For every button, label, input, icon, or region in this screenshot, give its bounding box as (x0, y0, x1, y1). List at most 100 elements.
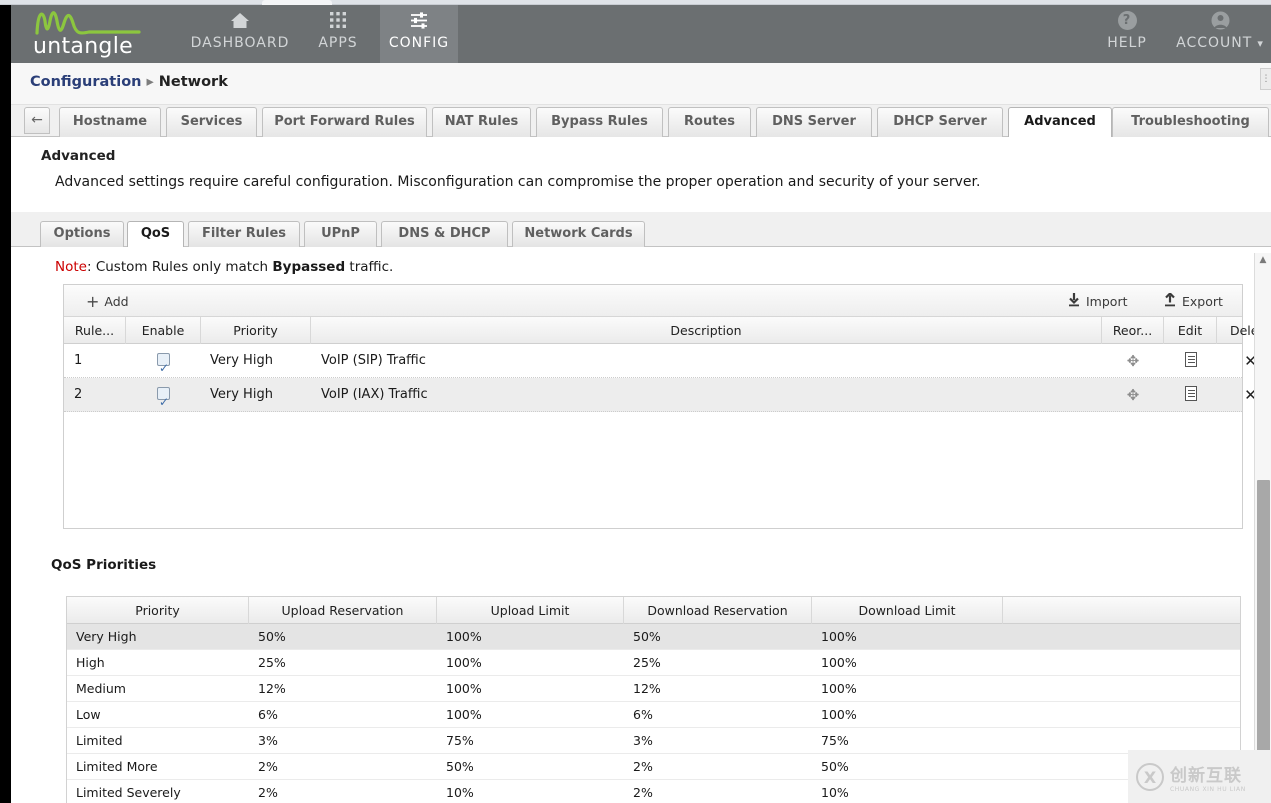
cell-enable[interactable] (126, 378, 201, 412)
tab-bypass-rules[interactable]: Bypass Rules (536, 107, 663, 138)
nav-config-label: CONFIG (388, 35, 450, 51)
scrollbar-thumb[interactable] (1257, 480, 1270, 780)
close-x-icon: ✕ (1244, 386, 1254, 404)
cell-upload-reservation: 2% (258, 785, 278, 800)
tab-routes[interactable]: Routes (668, 107, 751, 138)
column-header-reorder[interactable]: Reor... (1102, 317, 1164, 344)
cell-priority: Limited Severely (76, 785, 181, 800)
page-description: Advanced settings require careful config… (55, 174, 981, 190)
breadcrumb-separator-icon: ▸ (146, 74, 154, 90)
delete-rule-button[interactable]: ✕ (1217, 344, 1254, 378)
column-header-upload-limit[interactable]: Upload Limit (437, 597, 624, 624)
cell-download-limit: 100% (821, 707, 857, 722)
nav-config[interactable]: CONFIG (380, 5, 458, 63)
tab-port-forward-rules[interactable]: Port Forward Rules (262, 107, 427, 138)
cell-upload-limit: 10% (446, 785, 474, 800)
subtab-options[interactable]: Options (40, 221, 124, 247)
table-row[interactable]: Limited 3% 75% 3% 75% (67, 728, 1240, 754)
nav-dashboard[interactable]: DASHBOARD (184, 5, 296, 63)
cell-download-reservation: 2% (633, 759, 653, 774)
logo-wave-icon (35, 11, 141, 35)
table-row[interactable]: 1 Very High VoIP (SIP) Traffic ✥ ✕ (64, 344, 1254, 378)
reorder-handle[interactable]: ✥ (1102, 344, 1164, 378)
nav-dashboard-label: DASHBOARD (190, 35, 290, 51)
subtab-upnp[interactable]: UPnP (304, 221, 377, 247)
qos-grid-header-row: Priority Upload Reservation Upload Limit… (67, 597, 1240, 624)
logo-wordmark: untangle (33, 34, 133, 59)
vertical-scrollbar[interactable]: ▲ (1254, 253, 1271, 803)
primary-tabstrip: ← Hostname Services Port Forward Rules N… (11, 105, 1271, 139)
table-row[interactable]: Limited Severely 2% 10% 2% 10% (67, 780, 1240, 803)
enable-checkbox[interactable] (157, 351, 170, 378)
cell-priority: Limited More (76, 759, 158, 774)
column-header-filler (1003, 597, 1240, 624)
table-row[interactable]: Limited More 2% 50% 2% 50% (67, 754, 1240, 780)
column-header-download-limit[interactable]: Download Limit (812, 597, 1003, 624)
scroll-up-arrow-icon[interactable]: ▲ (1255, 253, 1271, 267)
grid-icon (302, 11, 374, 31)
edit-rule-button[interactable] (1164, 344, 1217, 378)
table-row[interactable]: Medium 12% 100% 12% 100% (67, 676, 1240, 702)
app-header: untangle DASHBOARD APPS CONFIG ? HELP AC… (11, 5, 1271, 63)
delete-rule-button[interactable]: ✕ (1217, 378, 1254, 412)
cell-priority: Very High (210, 387, 273, 402)
move-icon: ✥ (1126, 386, 1140, 404)
watermark-logo-icon: X (1136, 762, 1164, 791)
column-header-priority[interactable]: Priority (201, 317, 311, 344)
nav-help[interactable]: ? HELP (1094, 5, 1160, 63)
column-header-rule-id[interactable]: Rule... (64, 317, 126, 344)
column-header-priority[interactable]: Priority (67, 597, 249, 624)
cell-download-reservation: 2% (633, 785, 653, 800)
nav-account[interactable]: ACCOUNT ▾ (1170, 5, 1270, 63)
advanced-section-header: Advanced Advanced settings require caref… (11, 137, 1271, 212)
export-label: Export (1182, 294, 1223, 309)
untangle-logo[interactable]: untangle (33, 7, 151, 61)
tab-dns-server[interactable]: DNS Server (756, 107, 872, 138)
page-title: Advanced (41, 148, 116, 164)
reorder-handle[interactable]: ✥ (1102, 378, 1164, 412)
watermark: X 创新互联 CHUANG XIN HU LIAN (1128, 750, 1271, 803)
cell-enable[interactable] (126, 344, 201, 378)
import-button[interactable]: Import (1068, 291, 1128, 312)
enable-checkbox[interactable] (157, 385, 170, 412)
subtab-dns-dhcp[interactable]: DNS & DHCP (381, 221, 508, 247)
column-header-download-reservation[interactable]: Download Reservation (624, 597, 812, 624)
cell-download-reservation: 3% (633, 733, 653, 748)
table-row[interactable]: High 25% 100% 25% 100% (67, 650, 1240, 676)
add-rule-button[interactable]: + Add (86, 291, 129, 312)
subtab-filter-rules[interactable]: Filter Rules (188, 221, 300, 247)
breadcrumb-root[interactable]: Configuration (30, 74, 142, 90)
user-circle-icon (1170, 11, 1270, 31)
rules-grid-toolbar: + Add Import Export (64, 285, 1242, 317)
tab-scroll-back-button[interactable]: ← (24, 107, 50, 134)
tab-hostname[interactable]: Hostname (59, 107, 161, 138)
nav-apps[interactable]: APPS (302, 5, 374, 63)
cell-download-limit: 10% (821, 785, 849, 800)
column-header-delete[interactable]: Delete (1217, 317, 1254, 344)
note-text-after: traffic. (345, 259, 394, 275)
subtab-network-cards[interactable]: Network Cards (512, 221, 645, 247)
move-icon: ✥ (1126, 352, 1140, 370)
tab-troubleshooting[interactable]: Troubleshooting (1112, 107, 1269, 138)
sliders-icon (380, 11, 458, 31)
export-button[interactable]: Export (1164, 291, 1223, 312)
table-row[interactable]: Very High 50% 100% 50% 100% (67, 624, 1240, 650)
note-colon: : (86, 259, 96, 275)
tab-dhcp-server[interactable]: DHCP Server (877, 107, 1003, 138)
column-header-enable[interactable]: Enable (126, 317, 201, 344)
table-row[interactable]: Low 6% 100% 6% 100% (67, 702, 1240, 728)
cell-priority: Limited (76, 733, 123, 748)
breadcrumb-corner-handle[interactable]: ⋮ (1260, 68, 1271, 90)
edit-rule-button[interactable] (1164, 378, 1217, 412)
breadcrumb: Configuration ▸ Network (30, 74, 228, 90)
tab-services[interactable]: Services (166, 107, 257, 138)
subtab-qos[interactable]: QoS (127, 221, 184, 248)
qos-priorities-grid: Priority Upload Reservation Upload Limit… (66, 596, 1241, 803)
column-header-upload-reservation[interactable]: Upload Reservation (249, 597, 437, 624)
table-row[interactable]: 2 Very High VoIP (IAX) Traffic ✥ ✕ (64, 378, 1254, 412)
column-header-edit[interactable]: Edit (1164, 317, 1217, 344)
column-header-description[interactable]: Description (311, 317, 1102, 344)
tab-nat-rules[interactable]: NAT Rules (432, 107, 531, 138)
nav-apps-label: APPS (318, 35, 358, 51)
tab-advanced[interactable]: Advanced (1008, 107, 1112, 139)
